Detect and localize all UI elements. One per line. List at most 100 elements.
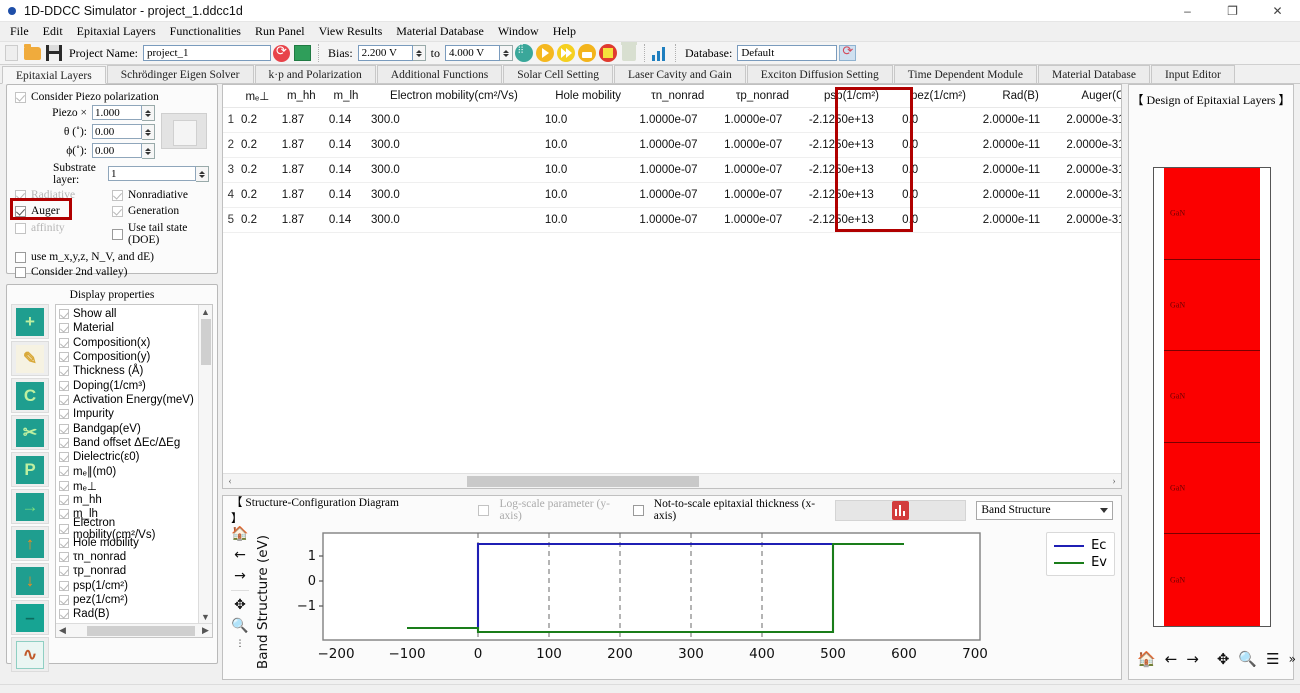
list-item[interactable]: GaN: [1164, 259, 1260, 352]
open-folder-icon[interactable]: [23, 43, 43, 63]
tab-solar-cell-setting[interactable]: Solar Cell Setting: [503, 65, 613, 83]
cut-layer-button[interactable]: ✂: [11, 415, 49, 450]
piezo-x-spin[interactable]: [142, 105, 155, 121]
table-row[interactable]: 4 0.2 1.87 0.14 300.0 10.0 1.0000e-07 1.…: [223, 182, 1121, 208]
pan-icon[interactable]: ✥: [234, 597, 246, 613]
refresh-icon[interactable]: [272, 43, 292, 63]
list-item[interactable]: Activation Energy(meV): [59, 393, 198, 407]
cell-electron-mobility[interactable]: 300.0: [367, 182, 541, 208]
tp-nonrad-checkbox[interactable]: [59, 566, 69, 577]
cell-m-hh[interactable]: 1.87: [277, 207, 325, 233]
cell-tp-nonrad[interactable]: 1.0000e-07: [720, 107, 805, 133]
plot-profile-button[interactable]: ∿: [11, 637, 49, 672]
auger-checkbox-row[interactable]: Auger: [15, 205, 112, 217]
use-mxyz-row[interactable]: use m_x,y,z, N_V, and dE): [15, 251, 209, 263]
list-item[interactable]: psp(1/cm²): [59, 579, 198, 593]
tab-input-editor[interactable]: Input Editor: [1150, 65, 1235, 83]
forward-arrow-icon[interactable]: →: [234, 568, 246, 584]
table-row[interactable]: 2 0.2 1.87 0.14 300.0 10.0 1.0000e-07 1.…: [223, 132, 1121, 158]
bias-to-input[interactable]: [445, 45, 500, 61]
bias-to-stepper[interactable]: [445, 45, 513, 61]
table-row[interactable]: 3 0.2 1.87 0.14 300.0 10.0 1.0000e-07 1.…: [223, 157, 1121, 183]
theta-spin[interactable]: [142, 124, 155, 140]
cell-pez[interactable]: 0.0: [898, 207, 979, 233]
home-icon[interactable]: 🏠: [1137, 650, 1156, 668]
cell-pez[interactable]: 0.0: [898, 157, 979, 183]
radiative-checkbox[interactable]: [15, 189, 26, 201]
menu-item-edit[interactable]: Edit: [36, 23, 70, 40]
table-scroll-left-icon[interactable]: ‹: [223, 476, 237, 487]
activation-energy-checkbox[interactable]: [59, 394, 69, 405]
menu-item-material-database[interactable]: Material Database: [389, 23, 491, 40]
display-properties-list[interactable]: Show all Material Composition(x) Composi…: [55, 304, 213, 638]
bandgap-checkbox[interactable]: [59, 423, 69, 434]
list-item[interactable]: τp_nonrad: [59, 564, 198, 578]
list-item[interactable]: Bandgap(eV): [59, 421, 198, 435]
display-properties-hscrollbar[interactable]: ◀ ▶: [56, 623, 212, 637]
table-header-electron-mobility[interactable]: Electron mobility(cm²/Vs): [367, 85, 541, 108]
cell-rad-b[interactable]: 2.0000e-11: [978, 182, 1063, 208]
cell-m-lh[interactable]: 0.14: [324, 132, 368, 158]
cell-hole-mobility[interactable]: 10.0: [540, 182, 636, 208]
theta-input[interactable]: [92, 124, 142, 139]
database-input[interactable]: [737, 45, 838, 61]
import-icon[interactable]: [293, 43, 313, 63]
me-parallel-checkbox[interactable]: [59, 466, 69, 477]
use-mxyz-checkbox[interactable]: [15, 251, 26, 263]
edit-layer-button[interactable]: ✎: [11, 341, 49, 376]
list-item[interactable]: GaN: [1164, 168, 1260, 260]
configure-icon[interactable]: ⋮: [236, 639, 245, 649]
cell-pez[interactable]: 0.0: [898, 107, 979, 133]
cell-hole-mobility[interactable]: 10.0: [540, 157, 636, 183]
cell-electron-mobility[interactable]: 300.0: [367, 157, 541, 183]
list-item[interactable]: Impurity: [59, 407, 198, 421]
cell-hole-mobility[interactable]: 10.0: [540, 107, 636, 133]
cell-hole-mobility[interactable]: 10.0: [540, 132, 636, 158]
menu-item-window[interactable]: Window: [491, 23, 546, 40]
maximize-button[interactable]: ❐: [1210, 0, 1255, 22]
band-offset-checkbox[interactable]: [59, 437, 69, 448]
menu-item-functionalities[interactable]: Functionalities: [163, 23, 248, 40]
save-icon[interactable]: [44, 43, 64, 63]
cell-tn-nonrad[interactable]: 1.0000e-07: [635, 107, 721, 133]
material-picker-icon[interactable]: [161, 113, 207, 149]
list-item[interactable]: Composition(x): [59, 336, 198, 350]
piezo-polarization-row[interactable]: Consider Piezo polarization: [15, 91, 209, 103]
second-valley-checkbox[interactable]: [15, 266, 26, 278]
new-document-icon[interactable]: [2, 43, 22, 63]
cell-tp-nonrad[interactable]: 1.0000e-07: [720, 157, 805, 183]
list-item[interactable]: mₑ⊥: [59, 479, 198, 493]
cell-rad-b[interactable]: 2.0000e-11: [978, 157, 1063, 183]
substrate-layer-spin[interactable]: [196, 166, 209, 182]
list-item[interactable]: GaN: [1164, 534, 1260, 626]
scroll-up-icon[interactable]: ▲: [199, 305, 212, 318]
menu-item-help[interactable]: Help: [546, 23, 583, 40]
cell-tp-nonrad[interactable]: 1.0000e-07: [720, 132, 805, 158]
cell-auger-c[interactable]: 2.0000e-31: [1062, 182, 1121, 208]
pez-checkbox[interactable]: [59, 595, 69, 606]
cell-m-hh[interactable]: 1.87: [277, 132, 325, 158]
tab-material-database[interactable]: Material Database: [1037, 65, 1150, 83]
forward-arrow-icon[interactable]: →: [1186, 650, 1199, 668]
table-header-pez[interactable]: pez(1/cm²): [898, 85, 979, 108]
table-header-hole-mobility[interactable]: Hole mobility: [540, 85, 636, 108]
band-structure-plot[interactable]: Band Structure (eV) 1 0 −1 −200 −100 0 1…: [255, 524, 1117, 679]
table-header-m-hh[interactable]: m_hh: [277, 85, 325, 108]
cell-tp-nonrad[interactable]: 1.0000e-07: [720, 182, 805, 208]
table-hscroll-thumb[interactable]: [467, 475, 699, 487]
thickness-checkbox[interactable]: [59, 366, 69, 377]
scroll-left-icon[interactable]: ◀: [56, 625, 69, 636]
table-hscroll-track[interactable]: [237, 475, 1107, 487]
list-item[interactable]: Material: [59, 321, 198, 335]
tab-epitaxial-layers[interactable]: Epitaxial Layers: [2, 66, 106, 84]
generation-checkbox[interactable]: [112, 205, 123, 217]
pan-icon[interactable]: ✥: [1217, 650, 1230, 668]
copy-layer-button[interactable]: C: [11, 378, 49, 413]
list-item[interactable]: Thickness (Å): [59, 364, 198, 378]
close-button[interactable]: ✕: [1255, 0, 1300, 22]
cell-auger-c[interactable]: 2.0000e-31: [1062, 157, 1121, 183]
list-item[interactable]: τn_nonrad: [59, 550, 198, 564]
cell-pez[interactable]: 0.0: [898, 182, 979, 208]
stop-icon[interactable]: [598, 43, 618, 63]
cell-m-hh[interactable]: 1.87: [277, 157, 325, 183]
